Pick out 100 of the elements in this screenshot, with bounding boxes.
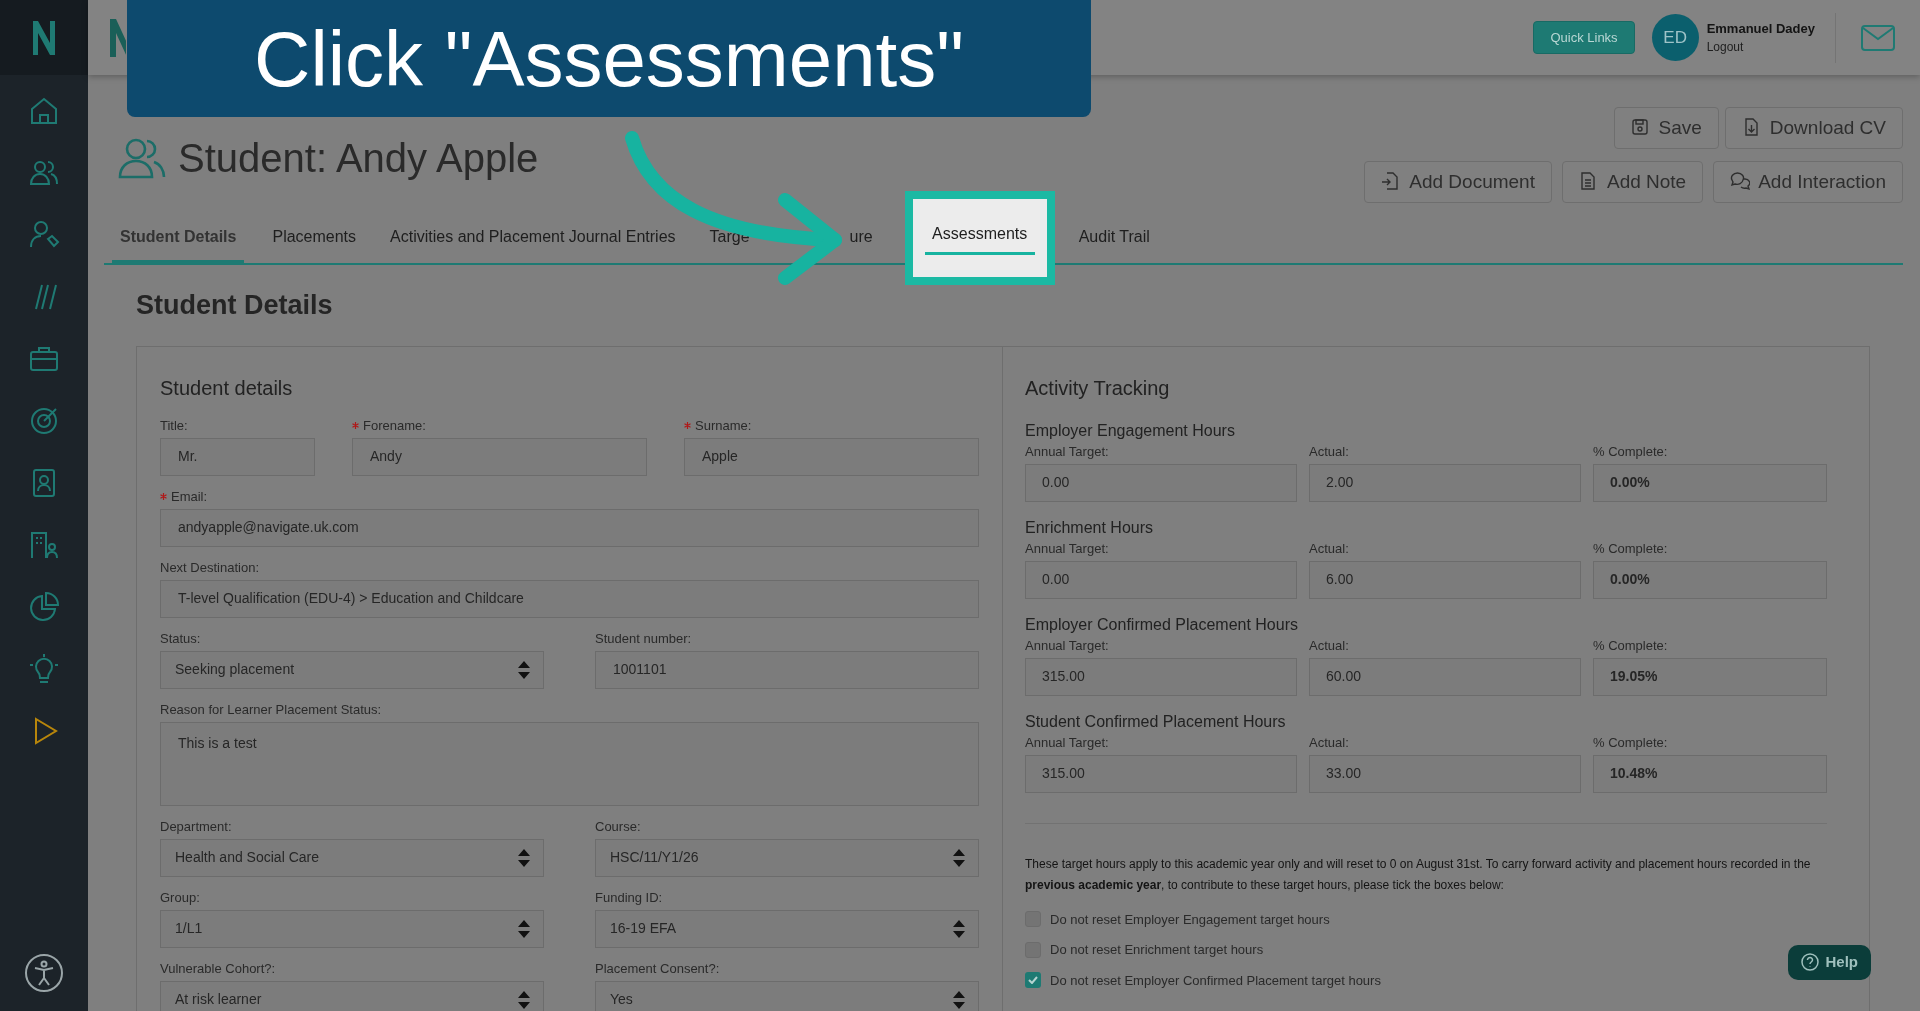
field-label: Surname: [695, 417, 752, 434]
action-button[interactable]: Add Interaction [1713, 161, 1903, 203]
field-label: Next Destination: [160, 559, 259, 576]
lightbulb-icon[interactable] [28, 653, 60, 685]
accessibility-icon[interactable] [24, 953, 64, 993]
sort-arrows-icon [952, 918, 966, 939]
sort-arrows-icon [952, 989, 966, 1010]
input-field[interactable]: T-level Qualification (EDU-4) > Education and Childcare [160, 579, 979, 618]
pie-chart-icon[interactable] [28, 591, 60, 623]
input-field[interactable]: 10.48% [1593, 754, 1827, 793]
chat-bubbles-icon [1730, 172, 1751, 192]
tab[interactable]: ure [849, 213, 873, 263]
field-label: Actual: [1309, 540, 1350, 557]
input-field[interactable]: 0.00% [1593, 560, 1827, 599]
field-label: Student number: [595, 630, 692, 647]
select-field[interactable]: Health and Social Care [160, 838, 544, 877]
tab[interactable]: Student Details [112, 213, 245, 263]
input-field[interactable]: 1001101 [595, 650, 979, 689]
field-label: % Complete: [1593, 734, 1669, 751]
tab[interactable]: Placements [264, 213, 365, 263]
logo-icon[interactable] [31, 18, 57, 57]
user-avatar[interactable]: ED [1651, 14, 1699, 61]
group-heading: Enrichment Hours [1025, 517, 1155, 538]
tab[interactable]: Activities and Placement Journal Entries [382, 213, 684, 263]
select-field[interactable]: At risk learner [160, 980, 544, 1011]
checkmark-icon [1028, 976, 1038, 985]
checkbox[interactable] [1025, 972, 1041, 989]
action-button[interactable]: Add Document [1364, 161, 1552, 203]
input-field[interactable]: 0.00 [1025, 560, 1297, 599]
field-label: Annual Target: [1025, 443, 1110, 460]
input-field[interactable]: 33.00 [1309, 754, 1581, 793]
select-field[interactable]: 1/L1 [160, 909, 544, 948]
field-label: Reason for Learner Placement Status: [160, 701, 382, 718]
field-label: Vulnerable Cohort?: [160, 960, 276, 977]
input-field[interactable]: 0.00 [1025, 463, 1297, 502]
logout-link[interactable]: Logout [1706, 37, 1815, 57]
field-label: Title: [160, 417, 188, 434]
input-field[interactable]: 0.00% [1593, 463, 1827, 502]
field-label: % Complete: [1593, 637, 1669, 654]
checkbox-label: Do not reset Employer Engagement target hours [1050, 910, 1330, 929]
save-icon [1630, 118, 1651, 138]
field-label: Course: [595, 818, 641, 835]
input-field[interactable]: Apple [684, 437, 979, 476]
input-field[interactable]: 315.00 [1025, 754, 1297, 793]
field-label: Forename: [363, 417, 426, 434]
user-name: Emmanuel Dadey [1706, 19, 1815, 38]
people-icon [118, 137, 166, 179]
page-title: Student: Andy Apple [178, 135, 539, 182]
sort-arrows-icon [517, 989, 531, 1010]
tab[interactable]: Assessments [904, 191, 1055, 285]
group-heading: Student Confirmed Placement Hours [1025, 711, 1287, 732]
select-field[interactable]: Yes [595, 980, 979, 1011]
field-label: Annual Target: [1025, 540, 1110, 557]
select-field[interactable]: 16-19 EFA [595, 909, 979, 948]
field-label: Actual: [1309, 443, 1350, 460]
field-label: Annual Target: [1025, 734, 1110, 751]
help-icon [1801, 953, 1820, 971]
building-people-icon[interactable] [28, 529, 60, 561]
action-button[interactable]: Save [1613, 107, 1719, 149]
quick-links-button[interactable]: Quick Links [1533, 21, 1635, 54]
field-label: % Complete: [1593, 540, 1669, 557]
field-label: Status: [160, 630, 201, 647]
field-label: Department: [160, 818, 232, 835]
input-field[interactable]: Mr. [160, 437, 315, 476]
section-heading: Student Details [136, 289, 334, 322]
action-button[interactable]: Add Note [1561, 161, 1704, 203]
help-button[interactable]: Help [1788, 944, 1871, 980]
input-field[interactable]: 60.00 [1309, 657, 1581, 696]
field-label: % Complete: [1593, 443, 1669, 460]
input-field[interactable]: 2.00 [1309, 463, 1581, 502]
field-label: Actual: [1309, 734, 1350, 751]
input-field[interactable]: 315.00 [1025, 657, 1297, 696]
action-button[interactable]: Download CV [1724, 107, 1903, 149]
panel-heading: Activity Tracking [1025, 375, 1171, 401]
checkbox-label: Do not reset Employer Confirmed Placement target hours [1050, 971, 1381, 990]
sort-arrows-icon [517, 918, 531, 939]
sort-arrows-icon [952, 847, 966, 868]
field-label: Email: [171, 488, 208, 505]
sort-arrows-icon [517, 659, 531, 680]
checkbox-label: Do not reset Enrichment target hours [1050, 941, 1264, 959]
input-field[interactable]: 19.05% [1593, 657, 1827, 696]
input-field[interactable]: andyapple@navigate.uk.com [160, 508, 979, 547]
field-label: Placement Consent?: [595, 960, 720, 977]
input-field[interactable]: Andy [352, 437, 647, 476]
field-label: Actual: [1309, 637, 1350, 654]
home-icon[interactable] [28, 95, 60, 127]
text-area[interactable]: This is a test [160, 721, 979, 806]
instruction-banner: Click "Assessments" [127, 0, 1091, 117]
target-icon[interactable] [28, 405, 60, 437]
panel-heading: Student details [160, 375, 294, 401]
select-field[interactable]: Seeking placement [160, 650, 544, 689]
select-field[interactable]: HSC/11/Y1/26 [595, 838, 979, 877]
sort-arrows-icon [517, 847, 531, 868]
field-label: Annual Target: [1025, 637, 1110, 654]
tab[interactable]: Audit Trail [1070, 213, 1158, 263]
group-heading: Employer Confirmed Placement Hours [1025, 614, 1299, 635]
info-text: These target hours apply to this academic year only and will reset to 0 on August 31st. To carry forward activity and placement hours recorded in the previous academic year, to contribute to these target hours, please tick the boxes below: [1025, 855, 1812, 894]
field-label: Group: [160, 889, 200, 906]
field-label: Funding ID: [595, 889, 663, 906]
input-field[interactable]: 6.00 [1309, 560, 1581, 599]
